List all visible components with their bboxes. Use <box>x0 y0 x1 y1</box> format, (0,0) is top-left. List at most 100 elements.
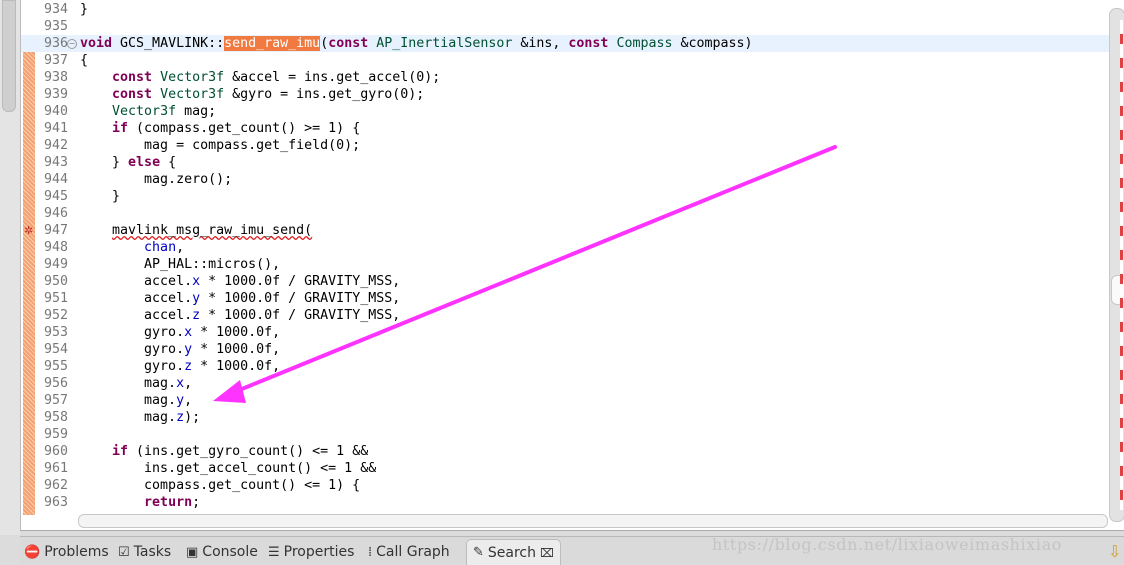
code-line[interactable]: 941 if (compass.get_count() >= 1) { <box>21 120 1109 137</box>
code-line[interactable]: 954 gyro.y * 1000.0f, <box>21 341 1109 358</box>
code-line[interactable]: 949 AP_HAL::micros(), <box>21 256 1109 273</box>
code-line[interactable]: 946 <box>21 205 1109 222</box>
code-token: z <box>176 410 185 425</box>
line-number: 949 <box>43 257 68 272</box>
code-token: compass.get_count() <= 1) { <box>80 478 361 493</box>
watermark: https://blog.csdn.net/lixiaoweimashixiao <box>712 535 1062 554</box>
line-number: 953 <box>43 325 68 340</box>
code-token: * 1000.0f, <box>192 325 281 340</box>
code-text: mag.zero(); <box>80 171 232 188</box>
code-token: x <box>176 376 185 391</box>
left-panel-strip <box>0 0 20 535</box>
code-token: , <box>184 376 193 391</box>
code-line[interactable]: 944 mag.zero(); <box>21 171 1109 188</box>
code-token: z <box>184 359 193 374</box>
code-line[interactable]: 948 chan, <box>21 239 1109 256</box>
code-token: * 1000.0f / GRAVITY_MSS, <box>200 308 401 323</box>
overview-ruler[interactable] <box>1120 20 1123 510</box>
close-tab-icon[interactable]: ⌧ <box>540 546 554 560</box>
tab-tasks[interactable]: ☑ Tasks <box>118 541 171 563</box>
fold-collapse-icon[interactable]: − <box>67 39 77 49</box>
line-number: 955 <box>43 359 68 374</box>
code-line[interactable]: 936 void GCS_MAVLINK::send_raw_imu(const … <box>21 35 1109 52</box>
tab-call-graph[interactable]: ⁞ Call Graph <box>368 541 450 563</box>
code-token: mag; <box>176 104 217 119</box>
tab-properties[interactable]: ☰ Properties <box>268 541 354 563</box>
code-line[interactable]: 956 mag.x, <box>21 375 1109 392</box>
code-token: chan <box>144 240 177 255</box>
code-line[interactable]: 955 gyro.z * 1000.0f, <box>21 358 1109 375</box>
left-scrollbar[interactable] <box>2 0 16 112</box>
code-line[interactable]: 939 const Vector3f &gyro = ins.get_gyro(… <box>21 86 1109 103</box>
code-text: accel.x * 1000.0f / GRAVITY_MSS, <box>80 273 400 290</box>
code-token: x <box>192 274 201 289</box>
code-token: x <box>184 325 193 340</box>
line-number: 962 <box>43 478 68 493</box>
code-line[interactable]: 943 } else { <box>21 154 1109 171</box>
bug-marker-icon[interactable]: ✲ <box>24 224 33 237</box>
line-number: 963 <box>43 495 68 510</box>
code-line[interactable]: 940 Vector3f mag; <box>21 103 1109 120</box>
code-token: ins.get_accel_count() <= 1 && <box>80 461 377 476</box>
code-line[interactable]: 942 mag = compass.get_field(0); <box>21 137 1109 154</box>
line-number: 939 <box>43 87 68 102</box>
code-text: if (ins.get_gyro_count() <= 1 && <box>80 443 368 460</box>
code-text: accel.z * 1000.0f / GRAVITY_MSS, <box>80 307 400 324</box>
code-token: mavlink_msg_raw_imu_send( <box>112 223 313 238</box>
tab-search[interactable]: ✎ Search ⌧ <box>466 539 561 565</box>
line-number: 936 <box>43 36 68 51</box>
code-text: gyro.y * 1000.0f, <box>80 341 280 358</box>
code-line[interactable]: 959 <box>21 426 1109 443</box>
code-line[interactable]: 963 return; <box>21 494 1109 511</box>
code-text: compass.get_count() <= 1) { <box>80 477 360 494</box>
code-line[interactable]: 961 ins.get_accel_count() <= 1 && <box>21 460 1109 477</box>
line-number: 959 <box>43 427 68 442</box>
tab-label: Call Graph <box>376 544 450 560</box>
code-line[interactable]: 937 { <box>21 52 1109 69</box>
code-line[interactable]: 957 mag.y, <box>21 392 1109 409</box>
code-token: ); <box>184 410 201 425</box>
code-line[interactable]: 958 mag.z); <box>21 409 1109 426</box>
line-number: 950 <box>43 274 68 289</box>
code-line[interactable]: 934} <box>21 1 1109 18</box>
code-line[interactable]: 935 <box>21 18 1109 35</box>
minimize-arrow-icon[interactable]: ⇩ <box>1108 542 1121 561</box>
code-line[interactable]: 953 gyro.x * 1000.0f, <box>21 324 1109 341</box>
code-token: (ins.get_gyro_count() <= 1 && <box>128 444 369 459</box>
code-text: chan, <box>80 239 184 256</box>
code-line[interactable]: 945 } <box>21 188 1109 205</box>
code-text: { <box>80 52 88 69</box>
code-token: else <box>128 155 161 170</box>
code-token: { <box>160 155 177 170</box>
line-number: 938 <box>43 70 68 85</box>
code-token: * 1000.0f / GRAVITY_MSS, <box>200 274 401 289</box>
code-line[interactable]: 950 accel.x * 1000.0f / GRAVITY_MSS, <box>21 273 1109 290</box>
code-line[interactable]: 960 if (ins.get_gyro_count() <= 1 && <box>21 443 1109 460</box>
code-token: &accel = ins.get_accel(0); <box>224 70 441 85</box>
code-text: AP_HAL::micros(), <box>80 256 280 273</box>
code-line[interactable]: 951 accel.y * 1000.0f / GRAVITY_MSS, <box>21 290 1109 307</box>
code-token: } <box>80 189 121 204</box>
line-number: 961 <box>43 461 68 476</box>
tab-problems[interactable]: ⛔ Problems <box>24 541 109 563</box>
code-line[interactable]: 947 mavlink_msg_raw_imu_send( <box>21 222 1109 239</box>
code-token: mag. <box>80 410 177 425</box>
code-line[interactable]: 962 compass.get_count() <= 1) { <box>21 477 1109 494</box>
code-editor[interactable]: 934} 935 936 void GCS_MAVLINK::send_raw_imu… <box>20 0 1124 531</box>
code-token: mag. <box>80 393 177 408</box>
code-text: mag = compass.get_field(0); <box>80 137 360 154</box>
code-token: if <box>112 444 129 459</box>
code-token: gyro. <box>80 359 185 374</box>
tab-console[interactable]: ▣ Console <box>186 541 258 563</box>
code-token: if <box>112 121 129 136</box>
code-line[interactable]: 952 accel.z * 1000.0f / GRAVITY_MSS, <box>21 307 1109 324</box>
code-line[interactable]: 938 const Vector3f &accel = ins.get_acce… <box>21 69 1109 86</box>
tab-label: Tasks <box>133 544 172 560</box>
horizontal-scrollbar[interactable] <box>78 514 1108 528</box>
code-token: gyro. <box>80 342 185 357</box>
code-text: Vector3f mag; <box>80 103 216 120</box>
line-number: 952 <box>43 308 68 323</box>
